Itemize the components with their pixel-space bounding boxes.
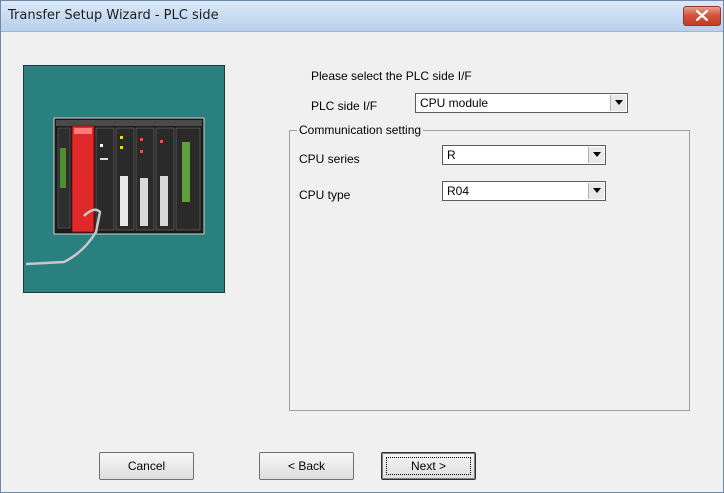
close-icon [696, 10, 708, 21]
cpu-type-value: R04 [447, 184, 470, 198]
title-bar[interactable]: Transfer Setup Wizard - PLC side [1, 1, 723, 32]
cpu-type-select[interactable]: R04 [442, 181, 606, 201]
window-title: Transfer Setup Wizard - PLC side [8, 8, 219, 23]
communication-setting-group [289, 130, 690, 411]
cpu-type-label: CPU type [299, 188, 351, 202]
next-button-label: Next > [410, 459, 446, 473]
plc-side-if-label: PLC side I/F [311, 99, 378, 113]
cpu-series-dropdown-button[interactable] [588, 147, 604, 163]
plc-illustration [23, 65, 225, 293]
next-button[interactable]: Next > [381, 452, 476, 480]
plc-side-if-select[interactable]: CPU module [415, 93, 628, 113]
communication-setting-label: Communication setting [297, 123, 424, 137]
chevron-down-icon [593, 152, 601, 157]
cpu-type-dropdown-button[interactable] [588, 183, 604, 199]
wizard-window: Transfer Setup Wizard - PLC side Please … [0, 0, 724, 493]
chevron-down-icon [615, 100, 623, 105]
cpu-series-value: R [447, 148, 456, 162]
cpu-series-label: CPU series [299, 152, 360, 166]
cpu-series-select[interactable]: R [442, 145, 606, 165]
plc-side-if-dropdown-button[interactable] [610, 95, 626, 111]
back-button[interactable]: < Back [259, 452, 354, 480]
close-button[interactable] [683, 6, 721, 26]
chevron-down-icon [593, 188, 601, 193]
plc-hardware-image [25, 117, 205, 266]
plc-side-if-value: CPU module [420, 96, 489, 110]
cancel-button[interactable]: Cancel [99, 452, 194, 480]
prompt-text: Please select the PLC side I/F [311, 69, 472, 83]
